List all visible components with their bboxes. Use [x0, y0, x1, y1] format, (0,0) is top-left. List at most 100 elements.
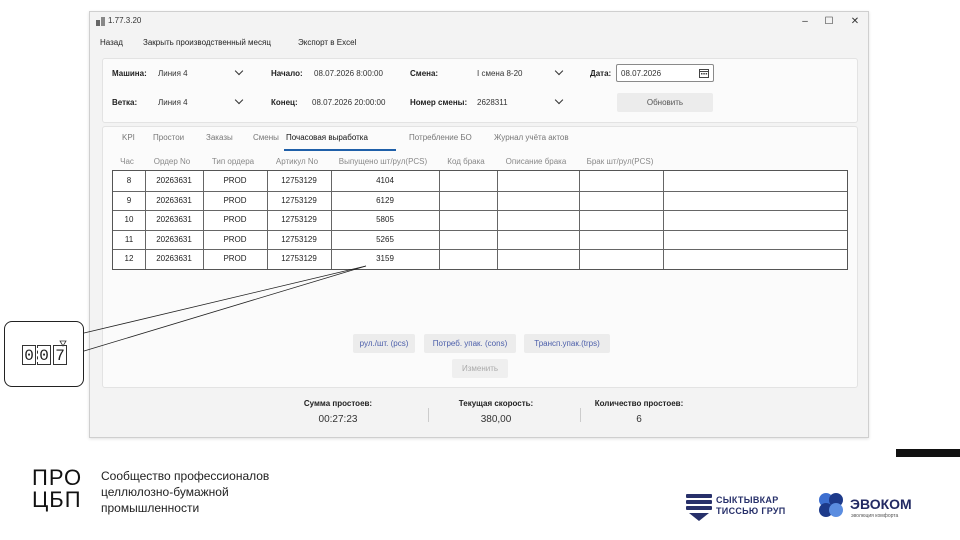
column-header[interactable]: Выпущено шт/рул(PCS) — [330, 157, 436, 166]
downtime-sum-value: 00:27:23 — [318, 414, 358, 425]
table-cell: 5265 — [376, 234, 394, 244]
shift-select[interactable]: I смена 8-20 — [477, 69, 523, 78]
row-divider — [113, 190, 847, 192]
column-header[interactable]: Описание брака — [496, 157, 576, 166]
start-label: Начало: — [271, 69, 303, 78]
column-divider — [203, 171, 204, 269]
minimize-button[interactable]: – — [792, 13, 818, 31]
evokom-subtitle: эволюция комфорта — [851, 513, 899, 519]
table-cell: 20263631 — [156, 234, 192, 244]
end-value: 08.07.2026 20:00:00 — [312, 98, 386, 107]
table-cell: 3159 — [376, 254, 394, 264]
row-divider — [113, 210, 847, 212]
table-cell: PROD — [223, 176, 247, 185]
menu-back[interactable]: Назад — [100, 38, 123, 47]
maximize-button[interactable]: ☐ — [816, 13, 842, 31]
branch-select[interactable]: Линия 4 — [158, 98, 188, 107]
column-divider — [663, 171, 664, 269]
downtime-sum-label: Сумма простоев: — [303, 399, 373, 408]
table-cell: 5805 — [376, 215, 394, 225]
tab-acts-journal[interactable]: Журнал учёта актов — [494, 133, 569, 142]
tab-kpi[interactable]: KPI — [122, 133, 135, 142]
title-bar: 1.77.3.20 – ☐ ✕ — [90, 12, 868, 32]
machine-label: Машина: — [112, 69, 147, 78]
column-divider — [331, 171, 332, 269]
pro-text-line: Сообщество профессионалов — [101, 469, 270, 483]
menu-bar: Назад Закрыть производственный месяц Экс… — [90, 32, 868, 54]
table-row[interactable]: 11 20263631 PROD 12753129 5265 — [113, 230, 847, 250]
syktyvkar-logo-icon — [686, 494, 712, 521]
table-cell: PROD — [223, 234, 247, 244]
calendar-icon[interactable] — [699, 68, 709, 78]
column-header[interactable]: Час — [112, 157, 142, 166]
column-header[interactable]: Артикул No — [266, 157, 328, 166]
pro-text-line: промышленности — [101, 501, 200, 515]
unit-trps-button[interactable]: Трансп.упак.(trps) — [524, 334, 610, 353]
syktyvkar-text: СЫКТЫВКАР — [716, 495, 779, 505]
refresh-button[interactable]: Обновить — [617, 93, 713, 112]
black-bar — [896, 449, 960, 457]
speed-value: 380,00 — [480, 414, 512, 425]
close-button[interactable]: ✕ — [842, 13, 868, 31]
table-cell: 4104 — [376, 176, 394, 185]
machine-select[interactable]: Линия 4 — [158, 69, 188, 78]
tab-orders[interactable]: Заказы — [206, 133, 233, 142]
tab-hourly-output[interactable]: Почасовая выработка — [286, 133, 368, 142]
menu-export-excel[interactable]: Экспорт в Excel — [298, 38, 356, 47]
tab-consumption[interactable]: Потребление БО — [409, 133, 472, 142]
row-divider — [113, 229, 847, 231]
table-cell: 11 — [124, 234, 134, 244]
hourly-output-table[interactable]: 8 20263631 PROD 12753129 4104 9 20263631 PROD 12… — [112, 170, 848, 270]
table-row[interactable]: 8 20263631 PROD 12753129 4104 — [113, 171, 847, 191]
column-divider — [267, 171, 268, 269]
column-header[interactable]: Брак шт/рул(PCS) — [578, 157, 662, 166]
tab-downtime[interactable]: Простои — [153, 133, 184, 142]
downtime-count-label: Количество простоев: — [594, 399, 684, 408]
table-row[interactable]: 9 20263631 PROD 12753129 6129 — [113, 191, 847, 211]
table-cell: 20263631 — [156, 215, 192, 225]
unit-cons-button[interactable]: Потреб. упак. (cons) — [424, 334, 516, 353]
table-cell: 8 — [126, 176, 132, 185]
table-cell: 20263631 — [156, 254, 192, 264]
table-cell: 12753129 — [281, 215, 317, 225]
column-header[interactable]: Ордер No — [144, 157, 200, 166]
counter-notch-icon — [59, 340, 67, 347]
table-cell: 20263631 — [156, 195, 192, 205]
tab-shifts[interactable]: Смены — [253, 133, 279, 142]
unit-pcs-button[interactable]: рул./шт. (pcs) — [353, 334, 415, 353]
shift-number-label: Номер смены: — [410, 98, 468, 107]
table-cell: 12753129 — [281, 195, 317, 205]
table-cell: 12753129 — [281, 254, 317, 264]
table-cell: 9 — [126, 195, 132, 205]
active-tab-indicator — [284, 149, 396, 151]
date-label: Дата: — [590, 69, 612, 78]
table-row[interactable]: 10 20263631 PROD 12753129 5805 — [113, 210, 847, 230]
date-input[interactable]: 08.07.2026 — [616, 64, 714, 82]
pro-text-line: целлюлозно-бумажной — [101, 485, 229, 499]
branch-label: Ветка: — [112, 98, 138, 107]
app-icon — [96, 17, 105, 26]
pro-cbp-logo-bottom: ЦБП — [32, 487, 82, 512]
table-cell: 12753129 — [281, 176, 317, 185]
menu-close-month[interactable]: Закрыть производственный месяц — [143, 38, 271, 47]
counter-digit: 0 — [37, 345, 51, 365]
start-value: 08.07.2026 8:00:00 — [314, 69, 383, 78]
column-divider — [145, 171, 146, 269]
column-header[interactable]: Тип ордера — [202, 157, 264, 166]
column-divider — [439, 171, 440, 269]
table-cell: PROD — [223, 195, 247, 205]
filter-panel — [102, 58, 858, 123]
column-divider — [579, 171, 580, 269]
edit-button[interactable]: Изменить — [452, 359, 508, 378]
shift-number-select[interactable]: 2628311 — [477, 98, 508, 107]
counter-digit: 7 — [53, 345, 67, 365]
table-cell: PROD — [223, 215, 247, 225]
table-cell: PROD — [223, 254, 247, 264]
column-header[interactable]: Код брака — [438, 157, 494, 166]
row-divider — [113, 249, 847, 251]
table-cell: 20263631 — [156, 176, 192, 185]
table-row[interactable]: 12 20263631 PROD 12753129 3159 — [113, 249, 847, 269]
date-value: 08.07.2026 — [621, 69, 662, 78]
divider — [428, 408, 429, 422]
app-window: 1.77.3.20 – ☐ ✕ Назад Закрыть производст… — [89, 11, 869, 438]
